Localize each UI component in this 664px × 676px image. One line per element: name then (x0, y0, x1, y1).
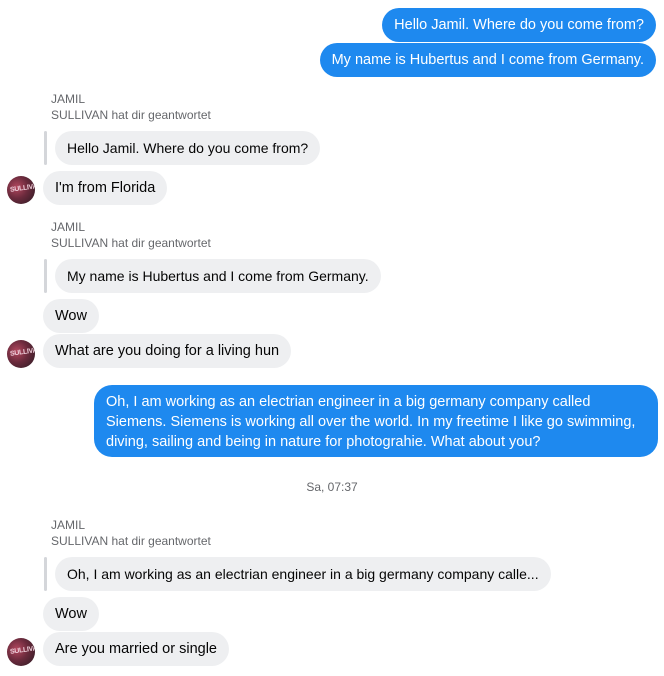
incoming-message[interactable]: Are you married or single (43, 632, 229, 666)
quoted-message[interactable]: Oh, I am working as an electrian enginee… (55, 557, 551, 591)
reply-header: SULLIVAN hat dir geantwortet (51, 236, 211, 250)
avatar-label: SULLIVA (9, 645, 35, 656)
quoted-message[interactable]: Hello Jamil. Where do you come from? (55, 131, 321, 165)
incoming-message[interactable]: Wow (43, 597, 99, 631)
quote-bar (44, 131, 47, 165)
reply-sender-name: JAMIL (51, 220, 86, 234)
quote-bar (44, 557, 47, 591)
incoming-message[interactable]: I'm from Florida (43, 171, 168, 205)
contact-avatar[interactable]: SULLIVA (7, 638, 35, 666)
contact-avatar[interactable]: SULLIVA (7, 176, 35, 204)
quoted-message[interactable]: My name is Hubertus and I come from Germ… (55, 259, 381, 293)
reply-sender-name: JAMIL (51, 92, 86, 106)
outgoing-message[interactable]: My name is Hubertus and I come from Germ… (319, 43, 656, 77)
avatar-label: SULLIVA (9, 347, 35, 358)
incoming-message[interactable]: Wow (43, 299, 99, 333)
incoming-message[interactable]: What are you doing for a living hun (43, 334, 292, 368)
reply-sender-name: JAMIL (51, 518, 86, 532)
avatar-label: SULLIVA (9, 183, 35, 194)
contact-avatar[interactable]: SULLIVA (7, 340, 35, 368)
timestamp: Sa, 07:37 (306, 480, 358, 494)
reply-header: SULLIVAN hat dir geantwortet (51, 108, 211, 122)
quote-bar (44, 259, 47, 293)
reply-header: SULLIVAN hat dir geantwortet (51, 534, 211, 548)
outgoing-message[interactable]: Hello Jamil. Where do you come from? (382, 8, 656, 42)
outgoing-message[interactable]: Oh, I am working as an electrian enginee… (94, 385, 658, 457)
